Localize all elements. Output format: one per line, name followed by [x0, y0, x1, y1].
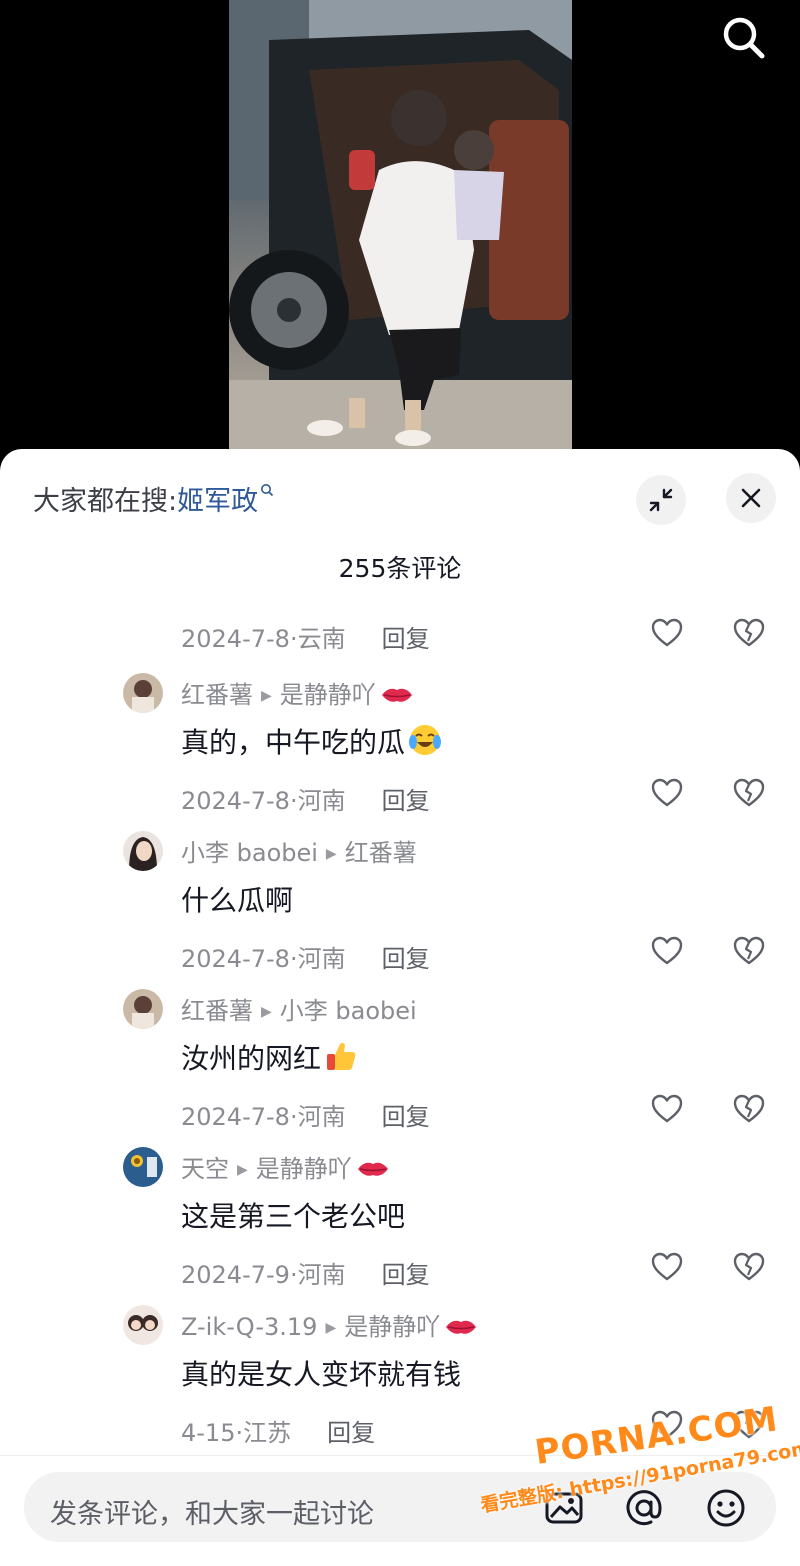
- comment-input-bar: 发条评论，和大家一起讨论: [0, 1455, 800, 1566]
- heart-icon[interactable]: [650, 934, 684, 968]
- close-button[interactable]: [726, 473, 776, 523]
- hot-search-prefix: 大家都在搜:: [33, 486, 178, 517]
- comment-text-content: 这是第三个老公吧: [181, 1200, 406, 1233]
- heart-icon[interactable]: [650, 1092, 684, 1126]
- reply-arrow-icon: ▶: [261, 688, 272, 704]
- comment-text: 真的是女人变坏就有钱: [181, 1353, 461, 1393]
- broken-heart-icon[interactable]: [732, 1092, 766, 1126]
- comment-text: 什么瓜啊: [181, 879, 293, 919]
- reply-button[interactable]: 回复: [382, 625, 430, 653]
- reply-to-user[interactable]: 红番薯: [345, 839, 417, 867]
- comment-date-location: 2024-7-8·河南: [181, 787, 346, 815]
- reply-arrow-icon: ▶: [237, 1162, 248, 1178]
- heart-icon[interactable]: [650, 1408, 684, 1442]
- avatar[interactable]: [123, 673, 163, 713]
- hot-search-keyword[interactable]: 姬军政: [177, 486, 258, 517]
- crying-laughing-emoji: [409, 725, 442, 755]
- heart-icon[interactable]: [650, 616, 684, 650]
- search-icon: [723, 17, 765, 59]
- comment-date-location: 2024-7-8·河南: [181, 945, 346, 973]
- video-scene: [229, 0, 572, 460]
- comment-author[interactable]: 红番薯: [181, 997, 253, 1025]
- comment-date-location: 4-15·江苏: [181, 1419, 292, 1447]
- lips-emoji: [357, 1162, 388, 1176]
- broken-heart-icon[interactable]: [732, 1408, 766, 1442]
- collapse-button[interactable]: [636, 475, 686, 525]
- comment-author-line: Z-ik-Q-3.19 ▶ 是静静吖: [181, 1307, 478, 1342]
- comment-author-line: 小李 baobei ▶ 红番薯: [181, 833, 417, 868]
- reply-arrow-icon: ▶: [261, 1004, 272, 1020]
- reply-button[interactable]: 回复: [382, 787, 430, 815]
- hot-search-bar: 大家都在搜:姬军政: [33, 479, 274, 518]
- comment-author-line: 红番薯 ▶ 是静静吖: [181, 675, 414, 710]
- comment-meta: 2024-7-9·河南 回复: [181, 1255, 430, 1290]
- comment-text-content: 真的是女人变坏就有钱: [181, 1358, 462, 1391]
- comment-author[interactable]: 红番薯: [181, 681, 253, 709]
- reply-to-user[interactable]: 是静静吖: [344, 1313, 440, 1341]
- reply-button[interactable]: 回复: [382, 945, 430, 973]
- comment-author[interactable]: Z-ik-Q-3.19: [181, 1313, 317, 1341]
- broken-heart-icon[interactable]: [732, 616, 766, 650]
- comment-author[interactable]: 小李 baobei: [181, 839, 318, 867]
- comment-meta: 2024-7-8·河南 回复: [181, 781, 430, 816]
- small-search-icon: [261, 484, 274, 497]
- comment-author-line: 红番薯 ▶ 小李 baobei: [181, 991, 417, 1026]
- reply-to-user[interactable]: 是静静吖: [256, 1155, 352, 1183]
- broken-heart-icon[interactable]: [732, 776, 766, 810]
- heart-icon[interactable]: [650, 776, 684, 810]
- comment-meta: 2024-7-8·河南 回复: [181, 939, 430, 974]
- comment-date-location: 2024-7-8·河南: [181, 1103, 346, 1131]
- reply-button[interactable]: 回复: [382, 1103, 430, 1131]
- reply-to-user[interactable]: 是静静吖: [280, 681, 376, 709]
- comment-text-content: 什么瓜啊: [181, 884, 294, 917]
- comment-author-line: 天空 ▶ 是静静吖: [181, 1149, 390, 1184]
- comment-meta-top: 2024-7-8·云南 回复: [181, 619, 430, 654]
- video-player[interactable]: [0, 0, 800, 470]
- comment-text: 汝州的网红: [181, 1037, 359, 1077]
- avatar[interactable]: [123, 831, 163, 871]
- collapse-icon: [649, 488, 673, 512]
- at-icon[interactable]: [622, 1486, 666, 1530]
- lips-emoji: [381, 688, 412, 702]
- thumbs-up-emoji: [327, 1042, 356, 1070]
- comment-date-location: 2024-7-8·云南: [181, 625, 346, 653]
- reply-button[interactable]: 回复: [382, 1261, 430, 1289]
- reply-arrow-icon: ▶: [325, 846, 337, 862]
- reply-to-user[interactable]: 小李 baobei: [280, 997, 417, 1025]
- comment-meta: 2024-7-8·河南 回复: [181, 1097, 430, 1132]
- comment-text: 真的，中午吃的瓜: [181, 721, 443, 761]
- broken-heart-icon[interactable]: [732, 934, 766, 968]
- comment-sheet: 大家都在搜:姬军政 255条评论 2024-7-8·云南 回复 红番薯 ▶ 是静静吖 …: [0, 449, 800, 1565]
- close-icon: [741, 488, 761, 508]
- reply-arrow-icon: ▶: [325, 1320, 337, 1336]
- avatar[interactable]: [123, 1305, 163, 1345]
- comment-meta: 4-15·江苏 回复: [181, 1413, 375, 1448]
- emoji-icon[interactable]: [704, 1486, 748, 1530]
- reply-button[interactable]: 回复: [327, 1419, 375, 1447]
- heart-icon[interactable]: [650, 1250, 684, 1284]
- lips-emoji: [446, 1320, 477, 1334]
- comment-date-location: 2024-7-9·河南: [181, 1261, 346, 1289]
- comment-author[interactable]: 天空: [181, 1155, 229, 1183]
- comment-text-content: 真的，中午吃的瓜: [181, 726, 406, 759]
- comment-input-placeholder: 发条评论，和大家一起讨论: [50, 1499, 374, 1530]
- avatar[interactable]: [123, 989, 163, 1029]
- comment-text: 这是第三个老公吧: [181, 1195, 405, 1235]
- video-frame[interactable]: [229, 0, 572, 460]
- comment-text-content: 汝州的网红: [181, 1042, 322, 1075]
- broken-heart-icon[interactable]: [732, 1250, 766, 1284]
- avatar[interactable]: [123, 1147, 163, 1187]
- search-button[interactable]: [716, 10, 772, 66]
- comment-count: 255条评论: [338, 554, 462, 583]
- image-icon[interactable]: [542, 1486, 586, 1530]
